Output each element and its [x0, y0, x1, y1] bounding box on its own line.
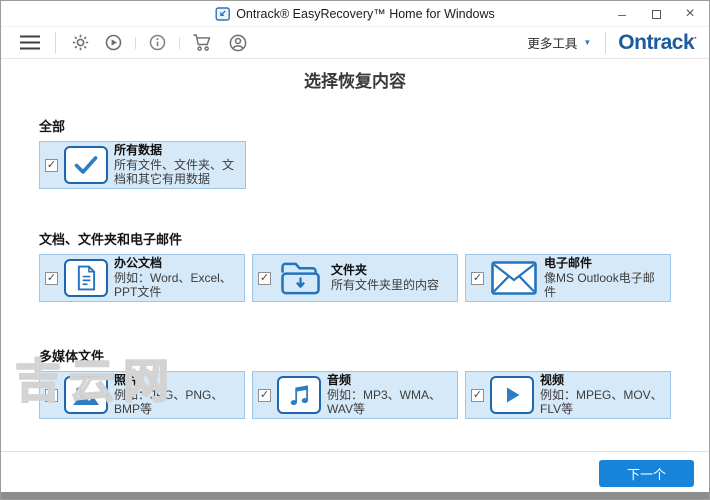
section-label-docs: 文档、文件夹和电子邮件 [39, 232, 183, 247]
app-window: Ontrack® EasyRecovery™ Home for Windows … [0, 0, 710, 500]
maximize-icon [651, 9, 661, 19]
video-icon [490, 376, 534, 414]
more-tools-button[interactable]: 更多工具 ▼ [521, 29, 597, 56]
card-title: 办公文档 [114, 255, 163, 270]
card-desc: 例如：MPEG、MOV、FLV等 [540, 387, 663, 417]
check-icon: ✓ [472, 271, 483, 284]
card-desc: 例如：Word、Excel、PPT文件 [114, 270, 232, 300]
card-title: 所有数据 [114, 142, 163, 157]
bottom-strip [1, 492, 709, 499]
card-title: 视频 [540, 372, 565, 387]
toolbar-separator [605, 31, 607, 54]
menu-icon[interactable] [20, 35, 40, 50]
info-icon[interactable] [148, 33, 167, 52]
ontrack-logo: Ontrack· [618, 30, 697, 54]
maximize-button[interactable] [639, 1, 673, 27]
history-icon[interactable] [104, 33, 123, 52]
toolbar: 更多工具 ▼ Ontrack· [1, 27, 709, 59]
all-data-check-icon [64, 146, 108, 184]
checkbox-folders[interactable]: ✓ [258, 271, 271, 285]
toolbar-separator [179, 36, 180, 49]
card-title: 文件夹 [331, 263, 368, 278]
email-icon [490, 258, 538, 298]
photo-icon [64, 376, 108, 414]
checkbox-audio[interactable]: ✓ [258, 388, 271, 402]
audio-icon [277, 376, 321, 414]
next-button[interactable]: 下一个 [599, 460, 694, 487]
page-title: 选择恢复内容 [304, 72, 406, 91]
checkbox-email[interactable]: ✓ [471, 271, 484, 285]
card-video[interactable]: ✓ 视频 例如：MPEG、MOV、FLV等 [465, 371, 671, 419]
checkbox-all-data[interactable]: ✓ [45, 158, 58, 172]
card-folders[interactable]: ✓ 文件夹 所有文件夹里的内容 [252, 254, 458, 302]
footer: 下一个 [1, 451, 709, 492]
check-icon: ✓ [46, 158, 57, 171]
check-icon: ✓ [259, 271, 270, 284]
card-desc: 像MS Outlook电子邮件 [544, 270, 655, 300]
check-icon: ✓ [46, 271, 57, 284]
card-photos[interactable]: ✓ 照片 例如：JPG、PNG、BMP等 [39, 371, 245, 419]
close-button[interactable]: × [673, 1, 707, 27]
toolbar-separator [135, 36, 136, 49]
toolbar-separator [55, 31, 56, 54]
title-bar: Ontrack® EasyRecovery™ Home for Windows … [1, 1, 709, 27]
card-desc: 例如：JPG、PNG、BMP等 [114, 387, 224, 417]
cart-icon[interactable] [192, 33, 214, 52]
section-label-multimedia: 多媒体文件 [39, 349, 105, 364]
gear-icon[interactable] [71, 33, 90, 52]
minimize-button[interactable]: – [605, 1, 639, 27]
card-title: 音频 [327, 372, 352, 387]
card-desc: 所有文件、文件夹、文档和其它有用数据 [114, 157, 235, 187]
user-icon[interactable] [228, 33, 248, 53]
card-title: 照片 [114, 372, 139, 387]
card-desc: 所有文件夹里的内容 [331, 278, 440, 292]
checkbox-office-docs[interactable]: ✓ [45, 271, 58, 285]
app-icon [215, 7, 230, 21]
card-desc: 例如：MP3、WMA、WAV等 [327, 387, 442, 417]
card-all-data[interactable]: ✓ 所有数据 所有文件、文件夹、文档和其它有用数据 [39, 141, 246, 189]
logo-mark: · [694, 32, 697, 44]
card-email[interactable]: ✓ 电子邮件 像MS Outlook电子邮件 [465, 254, 671, 302]
document-icon [64, 259, 108, 297]
window-title: Ontrack® EasyRecovery™ Home for Windows [236, 7, 495, 21]
check-icon: ✓ [472, 388, 483, 401]
check-icon: ✓ [259, 388, 270, 401]
card-title: 电子邮件 [544, 255, 593, 270]
chevron-down-icon: ▼ [583, 38, 592, 47]
card-audio[interactable]: ✓ 音频 例如：MP3、WMA、WAV等 [252, 371, 458, 419]
check-icon: ✓ [46, 388, 57, 401]
folder-icon [277, 258, 325, 298]
more-tools-label: 更多工具 [527, 37, 578, 51]
section-label-all: 全部 [39, 119, 66, 134]
card-office-docs[interactable]: ✓ 办公文档 例如：Word、Excel、PPT文件 [39, 254, 245, 302]
checkbox-photos[interactable]: ✓ [45, 388, 58, 402]
checkbox-video[interactable]: ✓ [471, 388, 484, 402]
